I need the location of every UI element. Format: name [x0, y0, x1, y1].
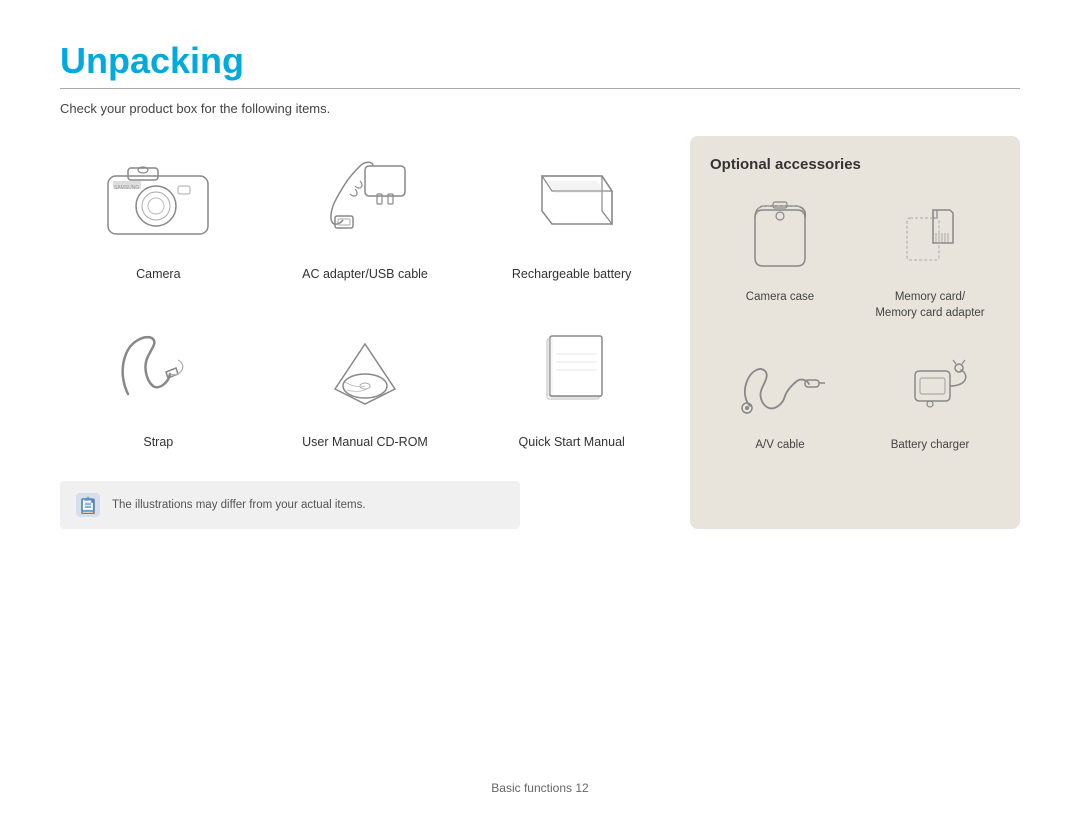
camera-case-label: Camera case	[746, 289, 814, 305]
ac-adapter-label: AC adapter/USB cable	[302, 266, 428, 284]
svg-text:SAMSUNG: SAMSUNG	[114, 185, 139, 191]
cd-rom-image	[300, 314, 430, 424]
av-cable-label: A/V cable	[755, 437, 804, 453]
item-ac-adapter: AC adapter/USB cable	[267, 136, 464, 294]
item-camera: SAMSUNG Camera	[60, 136, 257, 294]
note-icon: 📋	[74, 491, 102, 519]
item-battery: Rechargeable battery	[473, 136, 670, 294]
memory-card-image	[875, 193, 985, 283]
item-strap: Strap	[60, 304, 257, 462]
battery-image	[507, 146, 637, 256]
note-text: The illustrations may differ from your a…	[112, 499, 366, 511]
footer-text: Basic functions 12	[491, 781, 588, 795]
page-title: Unpacking	[60, 40, 1020, 82]
left-section: SAMSUNG Camera	[60, 136, 670, 529]
opt-memory-card: Memory card/ Memory card adapter	[860, 193, 1000, 321]
optional-panel: Optional accessories	[690, 136, 1020, 529]
items-grid: SAMSUNG Camera	[60, 136, 670, 461]
memory-card-label: Memory card/ Memory card adapter	[875, 289, 984, 321]
title-divider	[60, 88, 1020, 89]
quick-start-label: Quick Start Manual	[519, 434, 625, 452]
battery-charger-image	[875, 341, 985, 431]
strap-image	[93, 314, 223, 424]
main-content: SAMSUNG Camera	[60, 136, 1020, 529]
camera-image: SAMSUNG	[93, 146, 223, 256]
item-cd-rom: User Manual CD-ROM	[267, 304, 464, 462]
ac-adapter-image	[300, 146, 430, 256]
quick-start-image	[507, 314, 637, 424]
cd-rom-label: User Manual CD-ROM	[302, 434, 428, 452]
note-box: 📋 The illustrations may differ from your…	[60, 481, 520, 529]
strap-label: Strap	[143, 434, 173, 452]
opt-camera-case: Camera case	[710, 193, 850, 321]
optional-title: Optional accessories	[710, 156, 1000, 173]
page-container: Unpacking Check your product box for the…	[0, 0, 1080, 815]
optional-items-grid: Camera case	[710, 193, 1000, 453]
opt-av-cable: A/V cable	[710, 341, 850, 453]
av-cable-image	[725, 341, 835, 431]
page-footer: Basic functions 12	[0, 781, 1080, 795]
battery-label: Rechargeable battery	[512, 266, 632, 284]
page-subtitle: Check your product box for the following…	[60, 101, 1020, 116]
item-quick-start: Quick Start Manual	[473, 304, 670, 462]
camera-label: Camera	[136, 266, 180, 284]
camera-case-image	[725, 193, 835, 283]
battery-charger-label: Battery charger	[891, 437, 970, 453]
opt-battery-charger: Battery charger	[860, 341, 1000, 453]
